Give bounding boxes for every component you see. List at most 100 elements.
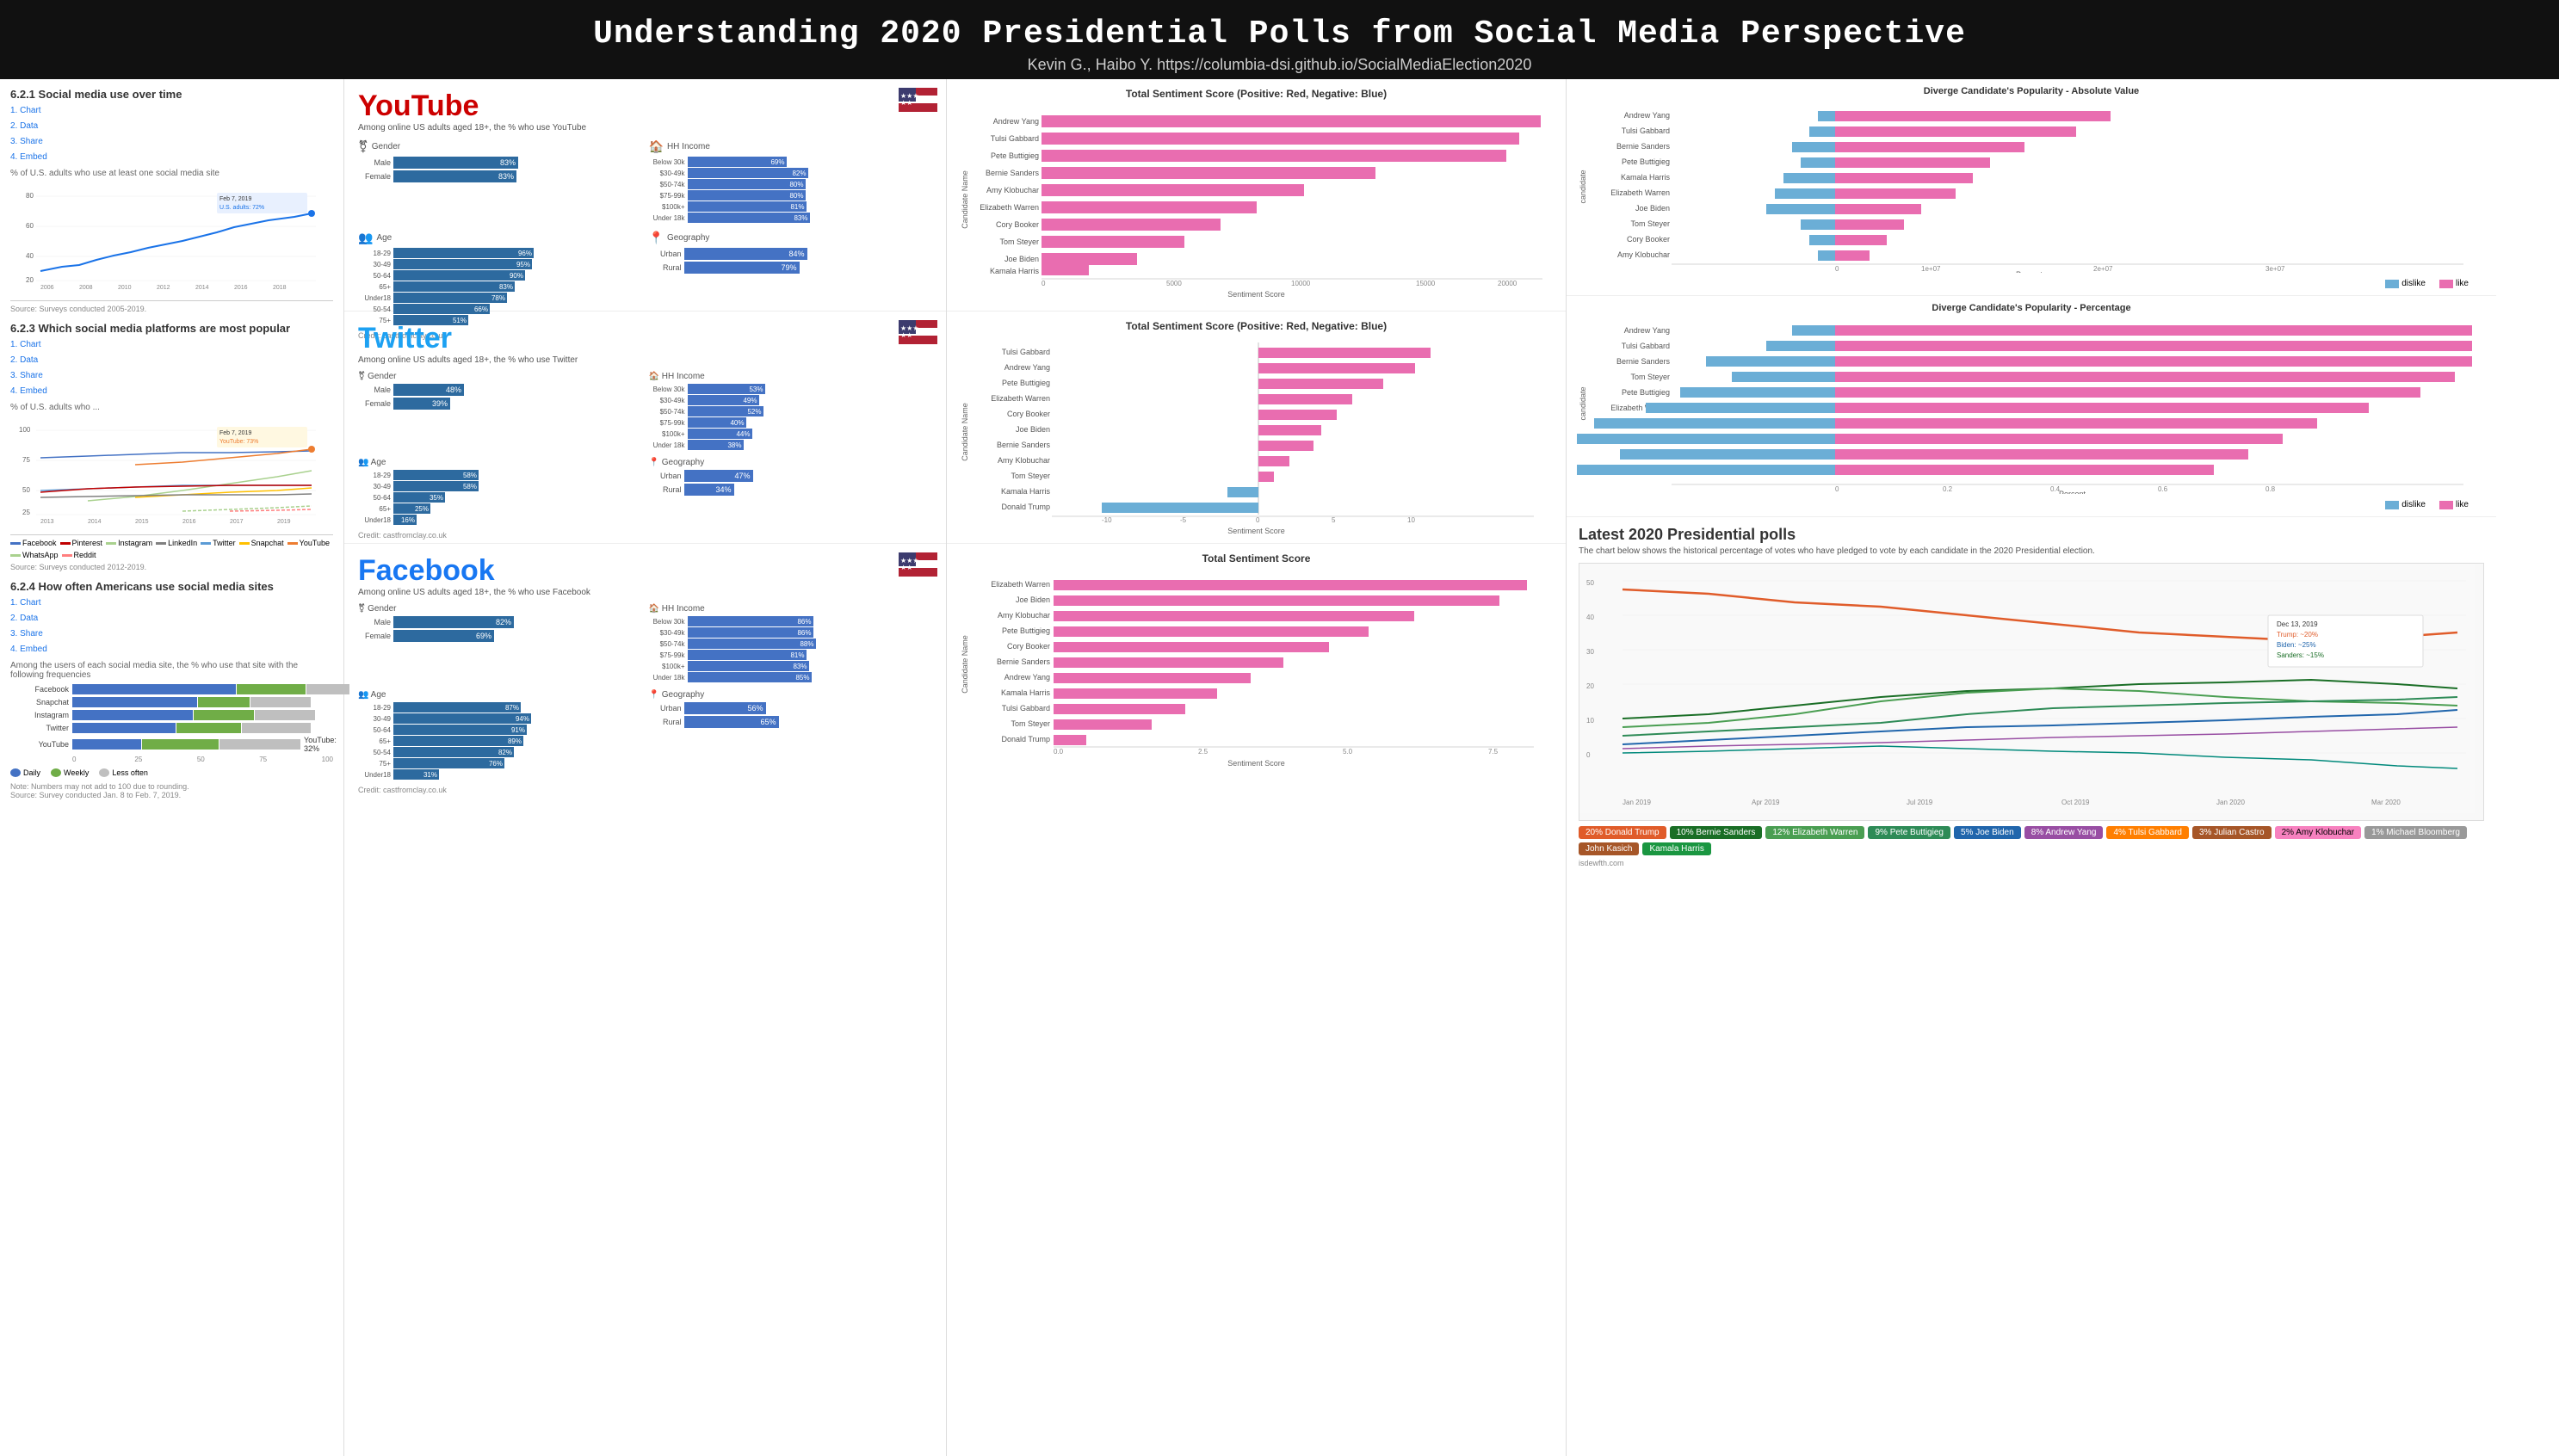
twitter-credit: Credit: castfromclay.co.uk [358, 531, 932, 540]
youtube-geography-label: Geography [667, 233, 709, 243]
svg-text:Cory Booker: Cory Booker [996, 220, 1039, 229]
svg-text:50: 50 [1586, 579, 1594, 587]
link-chart[interactable]: 1. Chart [10, 103, 333, 119]
polls-svg: Dec 13, 2019 Trump: ~20% Biden: ~25% San… [1579, 564, 2475, 813]
facebook-card: ★★★ ★★ Facebook Among online US adults a… [344, 544, 946, 776]
header: Understanding 2020 Presidential Polls fr… [0, 0, 2559, 79]
svg-text:Donald Trump: Donald Trump [1001, 735, 1050, 743]
link-share-2[interactable]: 3. Share [10, 368, 333, 384]
source-3: Note: Numbers may not add to 100 due to … [10, 782, 333, 799]
main-content: 6.2.1 Social media use over time 1. Char… [0, 79, 2559, 1456]
section-id-title: 6.2.1 Social media use over time [10, 88, 333, 101]
link-data[interactable]: 2. Data [10, 119, 333, 134]
svg-text:Candidate Name: Candidate Name [961, 170, 969, 229]
svg-text:★★: ★★ [900, 99, 912, 107]
sentiment-svg-2: Tulsi Gabbard Andrew Yang Pete Buttigieg… [957, 337, 1542, 522]
chart-label-3: Among the users of each social media sit… [10, 661, 333, 680]
svg-text:Joe Biden: Joe Biden [1004, 255, 1039, 263]
svg-text:75: 75 [22, 456, 30, 464]
svg-text:0: 0 [1586, 751, 1591, 759]
svg-text:Elizabeth Warren: Elizabeth Warren [991, 580, 1050, 589]
svg-text:Tom Steyer: Tom Steyer [1011, 719, 1050, 728]
freq-chart: Facebook Snapchat [10, 684, 333, 763]
popularity-abs-svg: Andrew Yang Tulsi Gabbard Bernie Sanders… [1577, 101, 2472, 273]
svg-text:2e+07: 2e+07 [2093, 265, 2113, 273]
svg-text:Cory Booker: Cory Booker [1007, 642, 1050, 651]
svg-text:Joe Biden: Joe Biden [1016, 595, 1050, 604]
svg-text:Tulsi Gabbard: Tulsi Gabbard [1002, 348, 1050, 356]
svg-text:0: 0 [1835, 485, 1839, 493]
popularity-abs-card: Diverge Candidate's Popularity - Absolut… [1567, 79, 2496, 296]
svg-text:0: 0 [1042, 280, 1046, 286]
svg-text:Percent: Percent [2059, 490, 2086, 494]
svg-text:5000: 5000 [1166, 280, 1182, 286]
infographics-column: ★★★ ★★ YouTube Among online US adults ag… [344, 79, 947, 1456]
svg-text:25: 25 [22, 509, 30, 516]
svg-text:Dec 13, 2019: Dec 13, 2019 [2277, 620, 2318, 628]
facebook-weekly-bar [237, 684, 306, 694]
svg-text:20: 20 [1586, 682, 1594, 690]
svg-text:40: 40 [1586, 614, 1594, 621]
facebook-credit: Credit: castfromclay.co.uk [358, 786, 932, 794]
sentiment-title-3: Total Sentiment Score [957, 552, 1555, 565]
svg-text:Tulsi Gabbard: Tulsi Gabbard [1622, 342, 1670, 350]
svg-text:Amy Klobuchar: Amy Klobuchar [998, 611, 1050, 620]
section-id-title-2: 6.2.3 Which social media platforms are m… [10, 322, 333, 335]
link-share[interactable]: 3. Share [10, 134, 333, 150]
svg-text:Amy Klobuchar: Amy Klobuchar [998, 456, 1050, 465]
section-social-media-over-time: 6.2.1 Social media use over time 1. Char… [10, 88, 333, 313]
svg-text:0.8: 0.8 [2265, 485, 2276, 493]
pew-charts-column: 6.2.1 Social media use over time 1. Char… [0, 79, 344, 1456]
svg-text:2017: 2017 [230, 519, 244, 525]
section-platforms-popular: 6.2.3 Which social media platforms are m… [10, 322, 333, 571]
svg-text:Jan 2019: Jan 2019 [1623, 799, 1651, 806]
section1-links: 1. Chart 2. Data 3. Share 4. Embed [10, 103, 333, 165]
svg-text:Pete Buttigieg: Pete Buttigieg [991, 151, 1039, 160]
svg-text:★★: ★★ [900, 564, 912, 571]
svg-text:Pete Buttigieg: Pete Buttigieg [1622, 388, 1670, 397]
svg-text:Cory Booker: Cory Booker [1627, 235, 1670, 244]
svg-text:30: 30 [1586, 648, 1594, 656]
svg-text:Feb 7, 2019: Feb 7, 2019 [219, 430, 251, 436]
svg-text:5.0: 5.0 [1343, 748, 1353, 755]
svg-text:Cory Booker: Cory Booker [1007, 410, 1050, 418]
svg-text:2014: 2014 [88, 519, 102, 525]
twitter-subtitle: Among online US adults aged 18+, the % w… [358, 355, 932, 365]
svg-text:Kamala Harris: Kamala Harris [1001, 487, 1051, 496]
svg-text:Pete Buttigieg: Pete Buttigieg [1002, 626, 1050, 635]
link-chart-2[interactable]: 1. Chart [10, 337, 333, 353]
svg-text:2016: 2016 [182, 519, 196, 525]
svg-text:15000: 15000 [1416, 280, 1436, 286]
svg-text:Biden: ~25%: Biden: ~25% [2277, 641, 2316, 649]
svg-text:7.5: 7.5 [1488, 748, 1499, 755]
svg-text:-5: -5 [1180, 516, 1187, 522]
popularity-pct-svg: Andrew Yang Tulsi Gabbard Bernie Sanders… [1577, 318, 2472, 494]
sentiment-column: Total Sentiment Score (Positive: Red, Ne… [947, 79, 1567, 1456]
svg-text:0: 0 [1256, 516, 1260, 522]
svg-text:10000: 10000 [1291, 280, 1311, 286]
svg-text:Joe Biden: Joe Biden [1635, 204, 1670, 213]
svg-text:Elizabeth Warren: Elizabeth Warren [980, 203, 1039, 212]
sentiment-chart-3: Total Sentiment Score Elizabeth Warren J… [947, 544, 1566, 776]
svg-text:2019: 2019 [277, 519, 291, 525]
svg-text:5: 5 [1332, 516, 1336, 522]
link-embed-2[interactable]: 4. Embed [10, 384, 333, 399]
svg-text:-10: -10 [1102, 516, 1112, 522]
chart-label-2: % of U.S. adults who ... [10, 403, 333, 412]
pop-abs-title: Diverge Candidate's Popularity - Absolut… [1577, 86, 2486, 96]
youtube-card: ★★★ ★★ YouTube Among online US adults ag… [344, 79, 946, 312]
svg-text:2014: 2014 [195, 285, 209, 291]
link-data-2[interactable]: 2. Data [10, 353, 333, 368]
svg-text:Andrew Yang: Andrew Yang [1004, 363, 1050, 372]
svg-text:candidate: candidate [1579, 170, 1587, 203]
svg-text:Andrew Yang: Andrew Yang [993, 117, 1039, 126]
svg-text:50: 50 [22, 486, 30, 494]
svg-text:20: 20 [26, 276, 34, 284]
svg-text:0.2: 0.2 [1943, 485, 1953, 493]
svg-text:Bernie Sanders: Bernie Sanders [997, 657, 1051, 666]
svg-text:Pete Buttigieg: Pete Buttigieg [1622, 157, 1670, 166]
svg-text:Candidate Name: Candidate Name [961, 635, 969, 694]
popularity-column: Diverge Candidate's Popularity - Absolut… [1567, 79, 2496, 1456]
link-embed[interactable]: 4. Embed [10, 150, 333, 165]
svg-text:2012: 2012 [157, 285, 170, 291]
